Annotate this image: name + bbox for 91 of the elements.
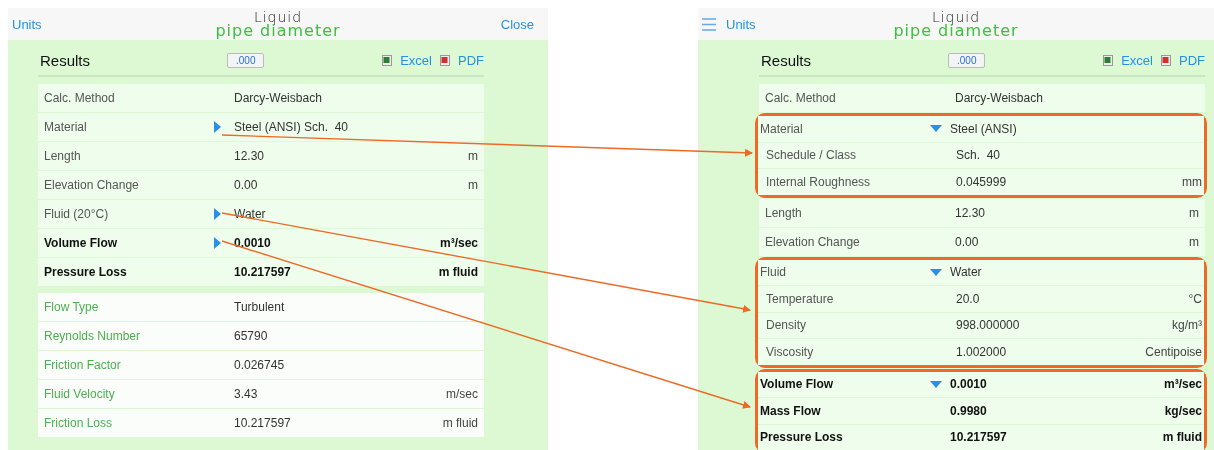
disclosure-triangle-icon[interactable] <box>214 121 221 133</box>
row-label: Pressure Loss <box>760 430 844 445</box>
logo-title: Liquid <box>931 10 981 24</box>
row-label: Material <box>44 120 88 134</box>
row-unit: kg/m³ <box>1172 318 1202 333</box>
document-icon <box>1161 54 1171 66</box>
row-value: 10.217597 <box>234 416 292 430</box>
row-label: Density <box>766 318 807 333</box>
row-label: Schedule / Class <box>766 148 858 163</box>
logo-subtitle: pipe diameter <box>893 24 1019 38</box>
logo-subtitle: pipe diameter <box>215 24 341 38</box>
row-value: 12.30 <box>955 205 987 220</box>
document-icon <box>440 54 450 66</box>
row-unit: m³/sec <box>1163 377 1202 392</box>
row-value: 0.00 <box>955 234 980 249</box>
export-link[interactable]: PDF <box>458 52 484 68</box>
units-link[interactable]: Units <box>12 16 42 32</box>
row-label: Friction Factor <box>44 358 122 372</box>
results-title: Results <box>760 51 813 69</box>
export-link[interactable]: Excel <box>1121 52 1153 68</box>
row-value: Sch. 40 <box>956 148 1002 163</box>
row-value: 20.0 <box>956 291 981 306</box>
row-unit: m³/sec <box>439 236 478 250</box>
row-unit: m/sec <box>446 387 478 401</box>
row-label: Fluid (20°C) <box>44 207 110 221</box>
row-label: Internal Roughness <box>766 174 872 189</box>
row-label: Viscosity <box>766 344 815 359</box>
disclosure-triangle-icon[interactable] <box>930 125 942 133</box>
disclosure-triangle-icon[interactable] <box>930 380 942 388</box>
row-label: Temperature <box>766 291 835 306</box>
row-label: Length <box>765 205 803 220</box>
row-label: Elevation Change <box>765 234 861 249</box>
row-label: Calc. Method <box>765 91 837 105</box>
row-value: 10.217597 <box>234 265 292 279</box>
export-link[interactable]: PDF <box>1179 52 1205 68</box>
close-link[interactable]: Close <box>500 16 534 32</box>
row-label: Material <box>760 121 804 136</box>
row-label: Fluid Velocity <box>44 387 116 401</box>
menu-icon[interactable] <box>702 17 716 31</box>
row-value: 0.9980 <box>950 403 988 418</box>
row-label: Calc. Method <box>44 91 116 105</box>
row-value: 3.43 <box>234 387 259 401</box>
row-label: Pressure Loss <box>44 265 128 279</box>
row-label: Volume Flow <box>760 377 835 392</box>
row-label: Length <box>44 149 82 163</box>
row-value: 12.30 <box>234 149 266 163</box>
logo-title: Liquid <box>253 10 303 24</box>
row-value: 0.0010 <box>950 377 988 392</box>
disclosure-triangle-icon[interactable] <box>214 208 221 220</box>
row-value: Water <box>234 207 267 221</box>
row-unit: m <box>1189 205 1199 220</box>
document-icon <box>382 54 393 66</box>
row-value: 0.045999 <box>956 174 1008 189</box>
row-label: Elevation Change <box>44 178 140 192</box>
disclosure-triangle-icon[interactable] <box>930 268 942 276</box>
results-title: Results <box>39 51 92 69</box>
row-value: 0.0010 <box>234 236 272 250</box>
row-unit: Centipoise <box>1145 344 1202 359</box>
decimals-button[interactable]: .000 <box>227 52 265 68</box>
row-label: Volume Flow <box>44 236 119 250</box>
row-value: Darcy-Weisbach <box>234 91 323 105</box>
row-label: Fluid <box>760 265 787 280</box>
row-unit: m fluid <box>442 416 478 430</box>
row-unit: m fluid <box>438 265 478 279</box>
row-unit: m <box>468 149 478 163</box>
decimals-button[interactable]: .000 <box>948 52 986 68</box>
row-label: Flow Type <box>44 300 100 314</box>
export-link[interactable]: Excel <box>400 52 432 68</box>
row-value: 1.002000 <box>956 344 1008 359</box>
row-value: Water <box>950 265 983 280</box>
row-value: Steel (ANSI) Sch. 40 <box>234 120 350 134</box>
row-unit: m <box>1189 234 1199 249</box>
row-value: 998.000000 <box>956 318 1021 333</box>
row-label: Mass Flow <box>760 403 822 418</box>
units-link[interactable]: Units <box>726 16 756 32</box>
row-unit: m <box>468 178 478 192</box>
row-unit: kg/sec <box>1164 403 1202 418</box>
row-label: Friction Loss <box>44 416 114 430</box>
row-value: 0.00 <box>234 178 259 192</box>
row-value: 10.217597 <box>950 430 1008 445</box>
disclosure-triangle-icon[interactable] <box>214 237 221 249</box>
row-label: Reynolds Number <box>44 329 142 343</box>
row-value: 65790 <box>234 329 269 343</box>
row-unit: m fluid <box>1162 430 1202 445</box>
row-value: Steel (ANSI) <box>950 121 1018 136</box>
row-value: 0.026745 <box>234 358 286 372</box>
row-value: Darcy-Weisbach <box>955 91 1044 105</box>
document-icon <box>1103 54 1114 66</box>
row-unit: °C <box>1188 291 1202 306</box>
row-value: Turbulent <box>234 300 286 314</box>
row-unit: mm <box>1182 174 1202 189</box>
